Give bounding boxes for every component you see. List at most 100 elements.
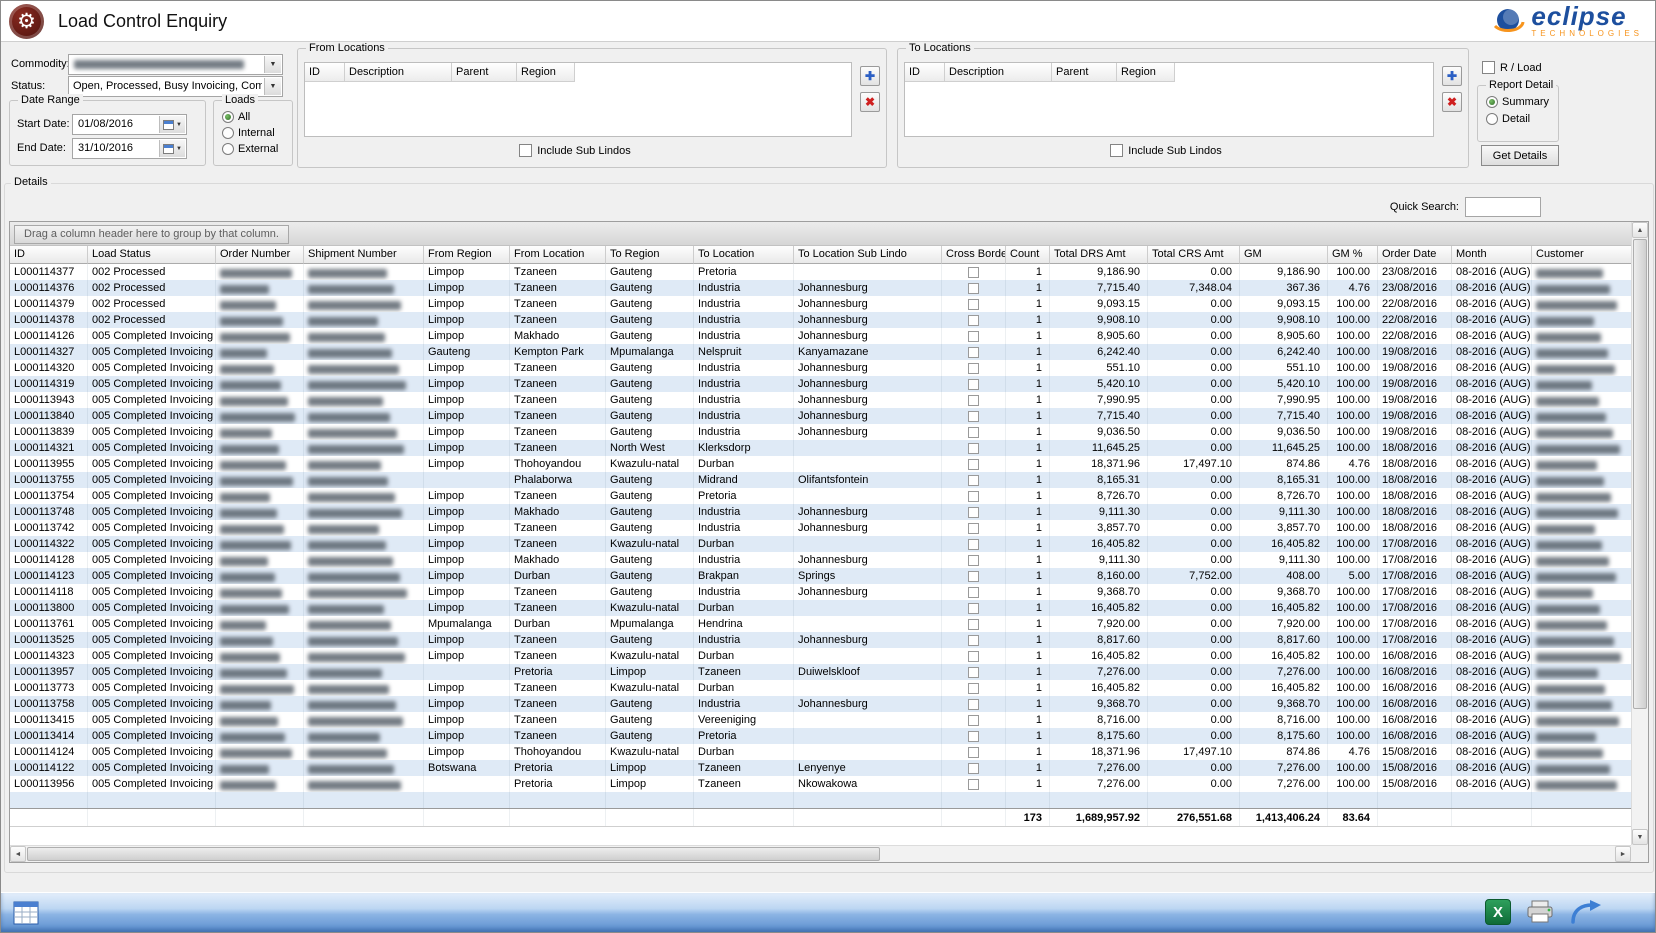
cross-border-checkbox[interactable]: [968, 299, 979, 310]
detail-radio[interactable]: Detail: [1486, 113, 1530, 125]
start-date-input[interactable]: 01/08/2016 ▼: [72, 114, 187, 135]
cross-border-checkbox[interactable]: [968, 603, 979, 614]
cross-border-checkbox[interactable]: [968, 427, 979, 438]
scroll-up-arrow[interactable]: ▲: [1632, 222, 1648, 238]
printer-icon[interactable]: [1525, 899, 1555, 925]
column-header-total-crs-amt[interactable]: Total CRS Amt: [1148, 246, 1240, 264]
group-by-bar[interactable]: Drag a column header here to group by th…: [10, 222, 1631, 246]
table-row-L000113414[interactable]: L000113414005 Completed InvoicingLimpopT…: [10, 728, 1631, 744]
cross-border-checkbox[interactable]: [968, 667, 979, 678]
commodity-select[interactable]: ▼: [68, 54, 283, 75]
cross-border-checkbox[interactable]: [968, 539, 979, 550]
get-details-button[interactable]: Get Details: [1481, 145, 1559, 166]
column-header-gm[interactable]: GM: [1240, 246, 1328, 264]
horizontal-scrollbar[interactable]: ◄ ►: [10, 845, 1631, 862]
vertical-scroll-thumb[interactable]: [1633, 239, 1647, 709]
cross-border-checkbox[interactable]: [968, 283, 979, 294]
table-row-L000113840[interactable]: L000113840005 Completed InvoicingLimpopT…: [10, 408, 1631, 424]
table-row-L000114123[interactable]: L000114123005 Completed InvoicingLimpopD…: [10, 568, 1631, 584]
cross-border-checkbox[interactable]: [968, 491, 979, 502]
forward-arrow-icon[interactable]: [1569, 899, 1603, 925]
column-header-customer[interactable]: Customer: [1532, 246, 1631, 264]
column-header-id[interactable]: ID: [305, 63, 345, 82]
cross-border-checkbox[interactable]: [968, 523, 979, 534]
cross-border-checkbox[interactable]: [968, 683, 979, 694]
cross-border-checkbox[interactable]: [968, 507, 979, 518]
table-row-L000114323[interactable]: L000114323005 Completed InvoicingLimpopT…: [10, 648, 1631, 664]
table-row-L000114377[interactable]: L000114377002 ProcessedLimpopTzaneenGaut…: [10, 264, 1631, 280]
table-row-L000113748[interactable]: L000113748005 Completed InvoicingLimpopM…: [10, 504, 1631, 520]
cross-border-checkbox[interactable]: [968, 699, 979, 710]
horizontal-scroll-thumb[interactable]: [27, 847, 880, 861]
loads-all-radio[interactable]: All: [222, 111, 250, 123]
column-header-total-drs-amt[interactable]: Total DRS Amt: [1050, 246, 1148, 264]
cross-border-checkbox[interactable]: [968, 315, 979, 326]
to-locations-grid[interactable]: ID Description Parent Region: [904, 62, 1434, 137]
column-header-from-region[interactable]: From Region: [424, 246, 510, 264]
column-header-region[interactable]: Region: [1117, 63, 1175, 82]
column-header-to-location[interactable]: To Location: [694, 246, 794, 264]
table-row-L000114379[interactable]: L000114379002 ProcessedLimpopTzaneenGaut…: [10, 296, 1631, 312]
cross-border-checkbox[interactable]: [968, 651, 979, 662]
column-header-parent[interactable]: Parent: [452, 63, 517, 82]
from-locations-grid[interactable]: ID Description Parent Region: [304, 62, 852, 137]
table-row-L000113955[interactable]: L000113955005 Completed InvoicingLimpopT…: [10, 456, 1631, 472]
table-row-L000114376[interactable]: L000114376002 ProcessedLimpopTzaneenGaut…: [10, 280, 1631, 296]
cross-border-checkbox[interactable]: [968, 635, 979, 646]
end-date-input[interactable]: 31/10/2016 ▼: [72, 138, 187, 159]
loads-external-radio[interactable]: External: [222, 143, 278, 155]
table-row-L000113742[interactable]: L000113742005 Completed InvoicingLimpopT…: [10, 520, 1631, 536]
column-header-load-status[interactable]: Load Status: [88, 246, 216, 264]
column-header-order-date[interactable]: Order Date: [1378, 246, 1452, 264]
table-row-L000114319[interactable]: L000114319005 Completed InvoicingLimpopT…: [10, 376, 1631, 392]
cross-border-checkbox[interactable]: [968, 555, 979, 566]
excel-export-icon[interactable]: X: [1485, 899, 1511, 925]
column-header-order-number[interactable]: Order Number: [216, 246, 304, 264]
cross-border-checkbox[interactable]: [968, 587, 979, 598]
cross-border-checkbox[interactable]: [968, 363, 979, 374]
chevron-down-icon[interactable]: ▼: [264, 78, 281, 95]
table-row-L000114128[interactable]: L000114128005 Completed InvoicingLimpopM…: [10, 552, 1631, 568]
table-row-L000114118[interactable]: L000114118005 Completed InvoicingLimpopT…: [10, 584, 1631, 600]
scroll-right-arrow[interactable]: ►: [1615, 846, 1631, 862]
table-row-L000113415[interactable]: L000113415005 Completed InvoicingLimpopT…: [10, 712, 1631, 728]
loads-internal-radio[interactable]: Internal: [222, 127, 275, 139]
cross-border-checkbox[interactable]: [968, 747, 979, 758]
cross-border-checkbox[interactable]: [968, 395, 979, 406]
table-row-L000113956[interactable]: L000113956005 Completed InvoicingPretori…: [10, 776, 1631, 792]
add-from-location-button[interactable]: ✚: [860, 66, 880, 86]
cross-border-checkbox[interactable]: [968, 411, 979, 422]
cross-border-checkbox[interactable]: [968, 347, 979, 358]
table-row-L000114126[interactable]: L000114126005 Completed InvoicingLimpopM…: [10, 328, 1631, 344]
column-header-month[interactable]: Month: [1452, 246, 1532, 264]
column-header-to-location-sub-lindo[interactable]: To Location Sub Lindo: [794, 246, 942, 264]
vertical-scrollbar[interactable]: ▲ ▼: [1631, 222, 1648, 845]
form-grid-icon[interactable]: [13, 900, 39, 929]
column-header-region[interactable]: Region: [517, 63, 575, 82]
date-picker-button[interactable]: ▼: [159, 116, 185, 133]
include-sub-lindos-checkbox[interactable]: Include Sub Lindos: [519, 144, 631, 157]
table-row-L000113957[interactable]: L000113957005 Completed InvoicingPretori…: [10, 664, 1631, 680]
date-picker-button[interactable]: ▼: [159, 140, 185, 157]
table-row-L000113943[interactable]: L000113943005 Completed InvoicingLimpopT…: [10, 392, 1631, 408]
table-row-L000113839[interactable]: L000113839005 Completed InvoicingLimpopT…: [10, 424, 1631, 440]
column-header-to-region[interactable]: To Region: [606, 246, 694, 264]
table-row-L000114327[interactable]: L000114327005 Completed InvoicingGauteng…: [10, 344, 1631, 360]
cross-border-checkbox[interactable]: [968, 459, 979, 470]
table-row-L000114320[interactable]: L000114320005 Completed InvoicingLimpopT…: [10, 360, 1631, 376]
table-row-L000113525[interactable]: L000113525005 Completed InvoicingLimpopT…: [10, 632, 1631, 648]
column-header-gm[interactable]: GM %: [1328, 246, 1378, 264]
cross-border-checkbox[interactable]: [968, 379, 979, 390]
table-row-L000114321[interactable]: L000114321005 Completed InvoicingLimpopT…: [10, 440, 1631, 456]
table-row-L000114122[interactable]: L000114122005 Completed InvoicingBotswan…: [10, 760, 1631, 776]
table-row-L000113761[interactable]: L000113761005 Completed InvoicingMpumala…: [10, 616, 1631, 632]
column-header-parent[interactable]: Parent: [1052, 63, 1117, 82]
column-header-count[interactable]: Count: [1006, 246, 1050, 264]
cross-border-checkbox[interactable]: [968, 763, 979, 774]
chevron-down-icon[interactable]: ▼: [264, 56, 281, 73]
cross-border-checkbox[interactable]: [968, 475, 979, 486]
table-row-L000114124[interactable]: L000114124005 Completed InvoicingLimpopT…: [10, 744, 1631, 760]
table-row-L000114378[interactable]: L000114378002 ProcessedLimpopTzaneenGaut…: [10, 312, 1631, 328]
table-row-L000113758[interactable]: L000113758005 Completed InvoicingLimpopT…: [10, 696, 1631, 712]
cross-border-checkbox[interactable]: [968, 267, 979, 278]
